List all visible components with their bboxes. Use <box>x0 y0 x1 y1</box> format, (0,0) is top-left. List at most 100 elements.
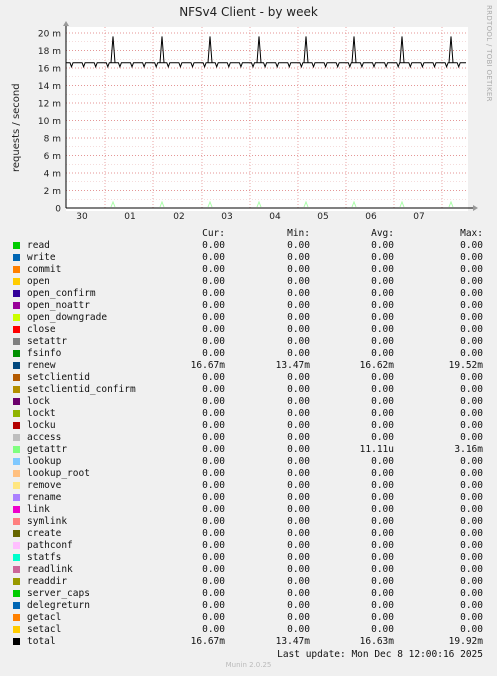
legend-swatch <box>13 386 20 393</box>
legend-value-avg: 0.00 <box>371 384 394 395</box>
legend-value-avg: 0.00 <box>371 504 394 515</box>
x-tick-label: 05 <box>317 212 328 222</box>
legend-row-access: access 0.00 0.00 0.00 0.00 <box>0 432 497 444</box>
x-tick-label: 30 <box>76 212 88 222</box>
legend-swatch <box>13 278 20 285</box>
plot-background <box>66 27 468 211</box>
legend-value-avg: 0.00 <box>371 576 394 587</box>
legend-row-lookup: lookup 0.00 0.00 0.00 0.00 <box>0 456 497 468</box>
legend-value-max: 0.00 <box>460 480 483 491</box>
legend-row-commit: commit 0.00 0.00 0.00 0.00 <box>0 264 497 276</box>
legend-label: read <box>27 240 50 251</box>
legend-value-max: 0.00 <box>460 504 483 515</box>
legend-value-cur: 0.00 <box>202 504 225 515</box>
legend-value-min: 0.00 <box>287 312 310 323</box>
legend-value-avg: 0.00 <box>371 480 394 491</box>
legend-swatch <box>13 506 20 513</box>
legend-value-avg: 0.00 <box>371 420 394 431</box>
legend-value-cur: 0.00 <box>202 456 225 467</box>
legend-value-avg: 0.00 <box>371 564 394 575</box>
legend-value-avg: 0.00 <box>371 432 394 443</box>
legend-value-avg: 16.62m <box>359 360 394 371</box>
legend-value-min: 0.00 <box>287 384 310 395</box>
legend-row-lookup_root: lookup_root 0.00 0.00 0.00 0.00 <box>0 468 497 480</box>
legend-value-avg: 0.00 <box>371 624 394 635</box>
header-cur: Cur: <box>202 228 225 239</box>
legend-swatch <box>13 602 20 609</box>
legend-swatch <box>13 554 20 561</box>
legend-value-max: 0.00 <box>460 372 483 383</box>
header-max: Max: <box>460 228 483 239</box>
legend-value-max: 0.00 <box>460 432 483 443</box>
legend-row-server_caps: server_caps 0.00 0.00 0.00 0.00 <box>0 588 497 600</box>
x-tick-label: 02 <box>173 212 184 222</box>
legend-value-min: 0.00 <box>287 348 310 359</box>
y-tick-label: 16 m <box>38 65 61 75</box>
legend-value-avg: 0.00 <box>371 396 394 407</box>
legend-value-cur: 0.00 <box>202 540 225 551</box>
legend-swatch <box>13 374 20 381</box>
legend-value-min: 0.00 <box>287 252 310 263</box>
legend-label: getacl <box>27 612 62 623</box>
legend-row-read: read 0.00 0.00 0.00 0.00 <box>0 240 497 252</box>
legend-value-min: 0.00 <box>287 552 310 563</box>
legend-value-cur: 0.00 <box>202 396 225 407</box>
legend-value-cur: 0.00 <box>202 480 225 491</box>
legend-label: commit <box>27 264 62 275</box>
legend-value-max: 0.00 <box>460 288 483 299</box>
legend-value-cur: 0.00 <box>202 348 225 359</box>
legend-value-max: 0.00 <box>460 396 483 407</box>
legend-value-avg: 0.00 <box>371 612 394 623</box>
legend-value-min: 0.00 <box>287 468 310 479</box>
legend-value-max: 0.00 <box>460 408 483 419</box>
legend-value-min: 0.00 <box>287 480 310 491</box>
legend-swatch <box>13 338 20 345</box>
legend-row-readdir: readdir 0.00 0.00 0.00 0.00 <box>0 576 497 588</box>
x-tick-label: 06 <box>365 212 377 222</box>
legend-row-link: link 0.00 0.00 0.00 0.00 <box>0 504 497 516</box>
legend-value-avg: 0.00 <box>371 492 394 503</box>
legend-value-max: 0.00 <box>460 540 483 551</box>
legend-value-avg: 0.00 <box>371 372 394 383</box>
legend-label: lookup_root <box>27 468 90 479</box>
legend-value-max: 3.16m <box>454 444 483 455</box>
legend-value-avg: 0.00 <box>371 324 394 335</box>
legend-row-fsinfo: fsinfo 0.00 0.00 0.00 0.00 <box>0 348 497 360</box>
legend-label: close <box>27 324 56 335</box>
legend-value-cur: 0.00 <box>202 276 225 287</box>
legend-swatch <box>13 302 20 309</box>
legend-value-cur: 0.00 <box>202 624 225 635</box>
legend-label: pathconf <box>27 540 73 551</box>
x-tick-label: 03 <box>221 212 232 222</box>
legend-value-min: 0.00 <box>287 540 310 551</box>
y-axis-arrow <box>63 21 69 26</box>
legend-value-min: 0.00 <box>287 576 310 587</box>
legend-row-locku: locku 0.00 0.00 0.00 0.00 <box>0 420 497 432</box>
legend-swatch <box>13 410 20 417</box>
legend-value-max: 0.00 <box>460 264 483 275</box>
legend-value-max: 0.00 <box>460 468 483 479</box>
y-tick-label: 14 m <box>38 82 61 92</box>
legend-swatch <box>13 362 20 369</box>
legend-value-cur: 0.00 <box>202 264 225 275</box>
legend-swatch <box>13 566 20 573</box>
legend-value-min: 0.00 <box>287 420 310 431</box>
legend-value-avg: 0.00 <box>371 312 394 323</box>
legend-row-rename: rename 0.00 0.00 0.00 0.00 <box>0 492 497 504</box>
legend-value-max: 19.52m <box>448 360 483 371</box>
legend-label: getattr <box>27 444 68 455</box>
legend-value-min: 0.00 <box>287 492 310 503</box>
legend-value-max: 0.00 <box>460 516 483 527</box>
legend-value-min: 0.00 <box>287 564 310 575</box>
legend-value-cur: 0.00 <box>202 312 225 323</box>
legend-label: readdir <box>27 576 68 587</box>
legend-value-avg: 0.00 <box>371 348 394 359</box>
legend-value-min: 13.47m <box>275 636 310 647</box>
legend-value-avg: 0.00 <box>371 600 394 611</box>
legend-value-cur: 0.00 <box>202 252 225 263</box>
legend-label: symlink <box>27 516 68 527</box>
header-min: Min: <box>287 228 310 239</box>
legend-swatch <box>13 458 20 465</box>
legend-swatch <box>13 590 20 597</box>
legend-row-setclientid: setclientid 0.00 0.00 0.00 0.00 <box>0 372 497 384</box>
